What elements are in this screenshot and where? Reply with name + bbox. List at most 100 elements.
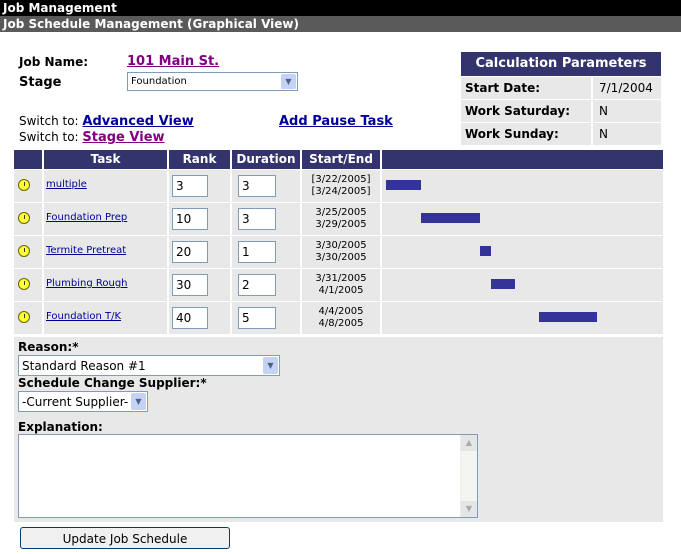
supplier-select-value: -Current Supplier-: [22, 395, 129, 409]
startend-cell: 3/25/2005 3/29/2005: [302, 203, 382, 235]
work-saturday-value: N: [591, 100, 661, 122]
end-date: 3/30/2005: [315, 252, 367, 263]
duration-input[interactable]: 5: [238, 307, 276, 329]
task-cell: multiple: [44, 170, 169, 202]
calculation-parameters: Calculation Parameters Start Date: 7/1/2…: [461, 52, 661, 145]
gantt-bar: [538, 312, 598, 322]
calc-row: Start Date: 7/1/2004: [461, 77, 661, 99]
chevron-down-icon: ▼: [131, 393, 146, 410]
rank-input[interactable]: 30: [172, 274, 208, 296]
duration-cell: 3: [232, 203, 302, 235]
scroll-up-icon[interactable]: ▲: [461, 435, 477, 451]
startend-cell: 3/31/2005 4/1/2005: [302, 269, 382, 301]
table-row: Termite Pretreat 20 1 3/30/2005 3/30/2005: [14, 236, 663, 268]
task-status-cell: [14, 236, 44, 268]
calc-row: Work Saturday: N: [461, 100, 661, 122]
stage-label: Stage: [19, 75, 62, 90]
duration-input[interactable]: 3: [238, 208, 276, 230]
end-date: 4/1/2005: [318, 285, 364, 296]
grid-header-startend: Start/End: [302, 150, 382, 169]
task-link[interactable]: multiple: [46, 179, 87, 190]
rank-cell: 20: [169, 236, 232, 268]
duration-cell: 5: [232, 302, 302, 334]
table-row: Foundation Prep 10 3 3/25/2005 3/29/2005: [14, 203, 663, 235]
rank-input[interactable]: 10: [172, 208, 208, 230]
schedule-grid: Task Rank Duration Start/End multiple 3 …: [14, 150, 663, 334]
duration-cell: 3: [232, 170, 302, 202]
chevron-down-icon: ▼: [281, 74, 296, 89]
startend-cell: 4/4/2005 4/8/2005: [302, 302, 382, 334]
task-status-cell: [14, 203, 44, 235]
explanation-textarea[interactable]: ▲ ▼: [18, 434, 478, 518]
page-subtitle: Job Schedule Management (Graphical View): [0, 16, 681, 32]
table-row: Foundation T/K 40 5 4/4/2005 4/8/2005: [14, 302, 663, 334]
work-sunday-label: Work Sunday:: [465, 127, 559, 141]
task-link[interactable]: Foundation T/K: [46, 311, 121, 322]
switch-advanced-row: Switch to: Advanced View: [19, 114, 194, 129]
start-date-value: 7/1/2004: [591, 77, 661, 99]
grid-header-task: Task: [44, 150, 169, 169]
work-saturday-label: Work Saturday:: [465, 104, 571, 118]
schedule-change-form: Reason:* Standard Reason #1 ▼ Schedule C…: [14, 337, 663, 522]
add-pause-task-link[interactable]: Add Pause Task: [279, 114, 393, 129]
reason-label: Reason:*: [18, 340, 79, 354]
duration-input[interactable]: 2: [238, 274, 276, 296]
gantt-cell: [382, 269, 663, 301]
duration-cell: 2: [232, 269, 302, 301]
clock-icon: [18, 179, 30, 191]
grid-header-gantt: [382, 150, 663, 169]
stage-select[interactable]: Foundation ▼: [127, 72, 298, 91]
task-link[interactable]: Foundation Prep: [46, 212, 127, 223]
job-name-label: Job Name:: [19, 55, 89, 69]
update-job-schedule-button[interactable]: Update Job Schedule: [20, 527, 230, 549]
stage-view-link[interactable]: Stage View: [82, 130, 164, 145]
start-date: [3/22/2005]: [311, 174, 371, 185]
startend-text: 3/31/2005 4/1/2005: [302, 273, 380, 297]
app-title: Job Management: [0, 0, 681, 16]
duration-input[interactable]: 1: [238, 241, 276, 263]
gantt-bar: [491, 279, 515, 289]
rank-input[interactable]: 40: [172, 307, 208, 329]
reason-select[interactable]: Standard Reason #1 ▼: [18, 355, 280, 376]
textarea-scrollbar[interactable]: ▲ ▼: [460, 435, 477, 517]
clock-icon: [18, 245, 30, 257]
gantt-cell: [382, 170, 663, 202]
gantt-cell: [382, 236, 663, 268]
clock-icon: [18, 212, 30, 224]
advanced-view-link[interactable]: Advanced View: [82, 114, 193, 129]
start-date: 3/25/2005: [315, 207, 367, 218]
gantt-bar: [421, 213, 480, 223]
rank-input[interactable]: 3: [172, 175, 208, 197]
rank-cell: 3: [169, 170, 232, 202]
job-name-link[interactable]: 101 Main St.: [127, 54, 219, 69]
gantt-bar: [386, 180, 421, 190]
duration-input[interactable]: 3: [238, 175, 276, 197]
task-cell: Foundation Prep: [44, 203, 169, 235]
end-date: 3/29/2005: [315, 219, 367, 230]
duration-cell: 1: [232, 236, 302, 268]
rank-cell: 40: [169, 302, 232, 334]
switch-label: Switch to:: [19, 114, 79, 128]
table-row: Plumbing Rough 30 2 3/31/2005 4/1/2005: [14, 269, 663, 301]
scroll-down-icon[interactable]: ▼: [461, 501, 477, 517]
rank-cell: 30: [169, 269, 232, 301]
rank-cell: 10: [169, 203, 232, 235]
task-link[interactable]: Termite Pretreat: [46, 245, 126, 256]
rank-input[interactable]: 20: [172, 241, 208, 263]
startend-text: 3/30/2005 3/30/2005: [302, 240, 380, 264]
supplier-label: Schedule Change Supplier:*: [18, 376, 207, 390]
start-date-label: Start Date:: [465, 81, 541, 95]
task-link[interactable]: Plumbing Rough: [46, 278, 128, 289]
switch-stage-row: Switch to: Stage View: [19, 130, 165, 145]
supplier-select[interactable]: -Current Supplier- ▼: [18, 391, 148, 412]
startend-text: 3/25/2005 3/29/2005: [302, 207, 380, 231]
clock-icon: [18, 278, 30, 290]
task-status-cell: [14, 269, 44, 301]
reason-select-value: Standard Reason #1: [22, 359, 146, 373]
task-cell: Termite Pretreat: [44, 236, 169, 268]
startend-text: 4/4/2005 4/8/2005: [302, 306, 380, 330]
startend-cell: [3/22/2005] [3/24/2005]: [302, 170, 382, 202]
calc-row: Work Sunday: N: [461, 123, 661, 145]
task-status-cell: [14, 302, 44, 334]
gantt-bar: [479, 246, 491, 256]
